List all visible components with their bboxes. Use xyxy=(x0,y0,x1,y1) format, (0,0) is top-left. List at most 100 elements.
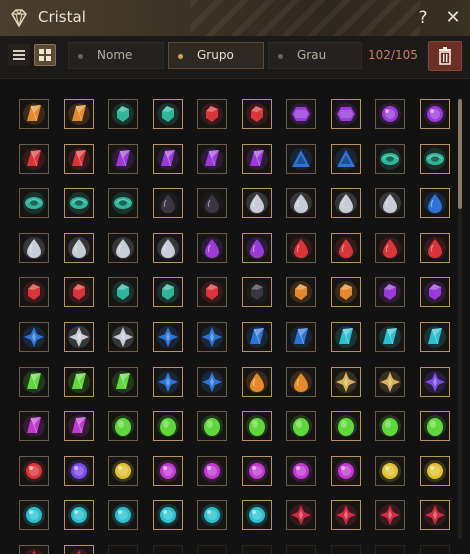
crystal-slot[interactable] xyxy=(19,500,49,530)
crystal-slot[interactable] xyxy=(242,277,272,307)
crystal-slot[interactable] xyxy=(331,500,361,530)
crystal-slot[interactable] xyxy=(108,500,138,530)
scrollbar[interactable] xyxy=(458,99,462,539)
empty-slot[interactable] xyxy=(153,545,183,554)
crystal-slot[interactable] xyxy=(197,322,227,352)
crystal-slot[interactable] xyxy=(286,188,316,218)
crystal-slot[interactable] xyxy=(197,500,227,530)
crystal-slot[interactable] xyxy=(197,411,227,441)
grid-view-button[interactable] xyxy=(34,44,56,66)
crystal-slot[interactable] xyxy=(331,367,361,397)
crystal-slot[interactable] xyxy=(242,456,272,486)
list-view-button[interactable] xyxy=(8,44,30,66)
empty-slot[interactable] xyxy=(331,545,361,554)
empty-slot[interactable] xyxy=(286,545,316,554)
crystal-slot[interactable] xyxy=(153,411,183,441)
crystal-slot[interactable] xyxy=(64,456,94,486)
crystal-slot[interactable] xyxy=(331,411,361,441)
crystal-slot[interactable] xyxy=(286,322,316,352)
crystal-slot[interactable] xyxy=(286,367,316,397)
crystal-slot[interactable] xyxy=(19,233,49,263)
empty-slot[interactable] xyxy=(242,545,272,554)
crystal-slot[interactable] xyxy=(108,367,138,397)
crystal-slot[interactable] xyxy=(420,500,450,530)
close-button[interactable]: ✕ xyxy=(442,7,464,29)
crystal-slot[interactable] xyxy=(108,322,138,352)
crystal-slot[interactable] xyxy=(286,411,316,441)
crystal-slot[interactable] xyxy=(64,367,94,397)
crystal-slot[interactable] xyxy=(19,367,49,397)
crystal-slot[interactable] xyxy=(286,233,316,263)
empty-slot[interactable] xyxy=(420,545,450,554)
crystal-slot[interactable] xyxy=(286,99,316,129)
crystal-slot[interactable] xyxy=(153,456,183,486)
crystal-slot[interactable] xyxy=(153,233,183,263)
crystal-slot[interactable] xyxy=(19,277,49,307)
crystal-slot[interactable] xyxy=(420,367,450,397)
crystal-slot[interactable] xyxy=(64,500,94,530)
crystal-slot[interactable] xyxy=(331,277,361,307)
crystal-slot[interactable] xyxy=(19,144,49,174)
crystal-slot[interactable] xyxy=(420,144,450,174)
crystal-slot[interactable] xyxy=(331,99,361,129)
crystal-slot[interactable] xyxy=(19,545,49,554)
empty-slot[interactable] xyxy=(108,545,138,554)
crystal-slot[interactable] xyxy=(242,233,272,263)
crystal-slot[interactable] xyxy=(64,411,94,441)
crystal-slot[interactable] xyxy=(242,367,272,397)
crystal-slot[interactable] xyxy=(197,233,227,263)
crystal-slot[interactable] xyxy=(375,367,405,397)
crystal-slot[interactable] xyxy=(197,277,227,307)
crystal-slot[interactable] xyxy=(108,411,138,441)
sort-by-name-button[interactable]: Nome xyxy=(68,42,164,69)
crystal-slot[interactable] xyxy=(286,277,316,307)
crystal-slot[interactable] xyxy=(375,456,405,486)
delete-button[interactable] xyxy=(428,41,462,71)
crystal-slot[interactable] xyxy=(108,233,138,263)
crystal-slot[interactable] xyxy=(197,367,227,397)
crystal-slot[interactable] xyxy=(197,188,227,218)
crystal-slot[interactable] xyxy=(375,411,405,441)
crystal-slot[interactable] xyxy=(375,500,405,530)
crystal-slot[interactable] xyxy=(108,277,138,307)
crystal-slot[interactable] xyxy=(242,322,272,352)
crystal-slot[interactable] xyxy=(197,456,227,486)
crystal-slot[interactable] xyxy=(153,99,183,129)
help-button[interactable]: ? xyxy=(414,7,432,29)
crystal-slot[interactable] xyxy=(420,277,450,307)
crystal-slot[interactable] xyxy=(64,322,94,352)
sort-by-group-button[interactable]: Grupo xyxy=(168,42,264,69)
crystal-slot[interactable] xyxy=(64,277,94,307)
crystal-slot[interactable] xyxy=(331,144,361,174)
crystal-slot[interactable] xyxy=(197,99,227,129)
crystal-slot[interactable] xyxy=(331,233,361,263)
crystal-slot[interactable] xyxy=(375,322,405,352)
crystal-slot[interactable] xyxy=(153,500,183,530)
crystal-slot[interactable] xyxy=(420,322,450,352)
crystal-slot[interactable] xyxy=(64,99,94,129)
crystal-slot[interactable] xyxy=(19,188,49,218)
crystal-slot[interactable] xyxy=(108,456,138,486)
crystal-slot[interactable] xyxy=(242,188,272,218)
crystal-slot[interactable] xyxy=(242,144,272,174)
crystal-slot[interactable] xyxy=(286,500,316,530)
crystal-slot[interactable] xyxy=(153,322,183,352)
empty-slot[interactable] xyxy=(197,545,227,554)
crystal-slot[interactable] xyxy=(108,99,138,129)
crystal-slot[interactable] xyxy=(420,188,450,218)
crystal-slot[interactable] xyxy=(153,188,183,218)
crystal-slot[interactable] xyxy=(108,144,138,174)
crystal-slot[interactable] xyxy=(64,188,94,218)
crystal-slot[interactable] xyxy=(331,456,361,486)
crystal-slot[interactable] xyxy=(242,99,272,129)
empty-slot[interactable] xyxy=(375,545,405,554)
scrollbar-thumb[interactable] xyxy=(458,99,462,209)
crystal-slot[interactable] xyxy=(375,277,405,307)
crystal-slot[interactable] xyxy=(420,99,450,129)
crystal-slot[interactable] xyxy=(331,188,361,218)
crystal-slot[interactable] xyxy=(375,188,405,218)
crystal-slot[interactable] xyxy=(286,144,316,174)
crystal-slot[interactable] xyxy=(242,411,272,441)
crystal-slot[interactable] xyxy=(420,456,450,486)
crystal-slot[interactable] xyxy=(64,545,94,554)
